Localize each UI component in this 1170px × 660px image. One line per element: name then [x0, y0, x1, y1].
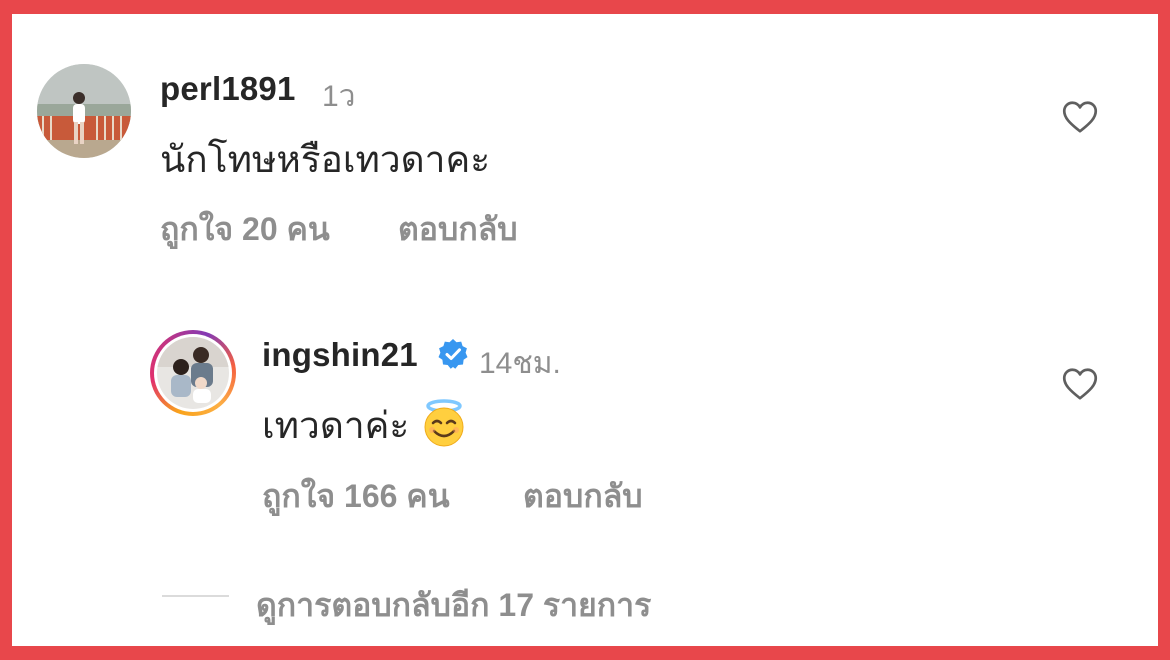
comments-panel: perl1891 1ว นักโทษหรือเทวดาคะ ถูกใจ 20 ค…: [12, 14, 1158, 646]
comment-username[interactable]: perl1891: [160, 70, 296, 108]
reply-likes-count[interactable]: ถูกใจ 166 คน: [262, 471, 450, 522]
likes-count[interactable]: ถูกใจ 20 คน: [160, 204, 330, 255]
reply-button[interactable]: ตอบกลับ: [398, 204, 518, 255]
reply-username[interactable]: ingshin21: [262, 336, 418, 374]
replies-divider: [162, 595, 229, 597]
avatar[interactable]: [37, 64, 131, 158]
comment-text: นักโทษหรือเทวดาคะ: [160, 139, 491, 180]
avatar[interactable]: [157, 337, 229, 409]
view-more-replies-button[interactable]: ดูการตอบกลับอีก 17 รายการ: [256, 580, 651, 631]
reply-text: เทวดาค่ะ: [262, 396, 469, 458]
heart-icon[interactable]: [1062, 100, 1098, 139]
reply-reply-button[interactable]: ตอบกลับ: [523, 471, 643, 522]
smiling-face-with-halo-icon: [419, 398, 469, 458]
heart-icon[interactable]: [1062, 367, 1098, 406]
verified-badge-icon: [437, 338, 469, 375]
reply-timestamp: 14ชม.: [479, 347, 561, 380]
comment-timestamp: 1ว: [322, 80, 356, 113]
reply-text-label: เทวดาค่ะ: [262, 405, 410, 446]
